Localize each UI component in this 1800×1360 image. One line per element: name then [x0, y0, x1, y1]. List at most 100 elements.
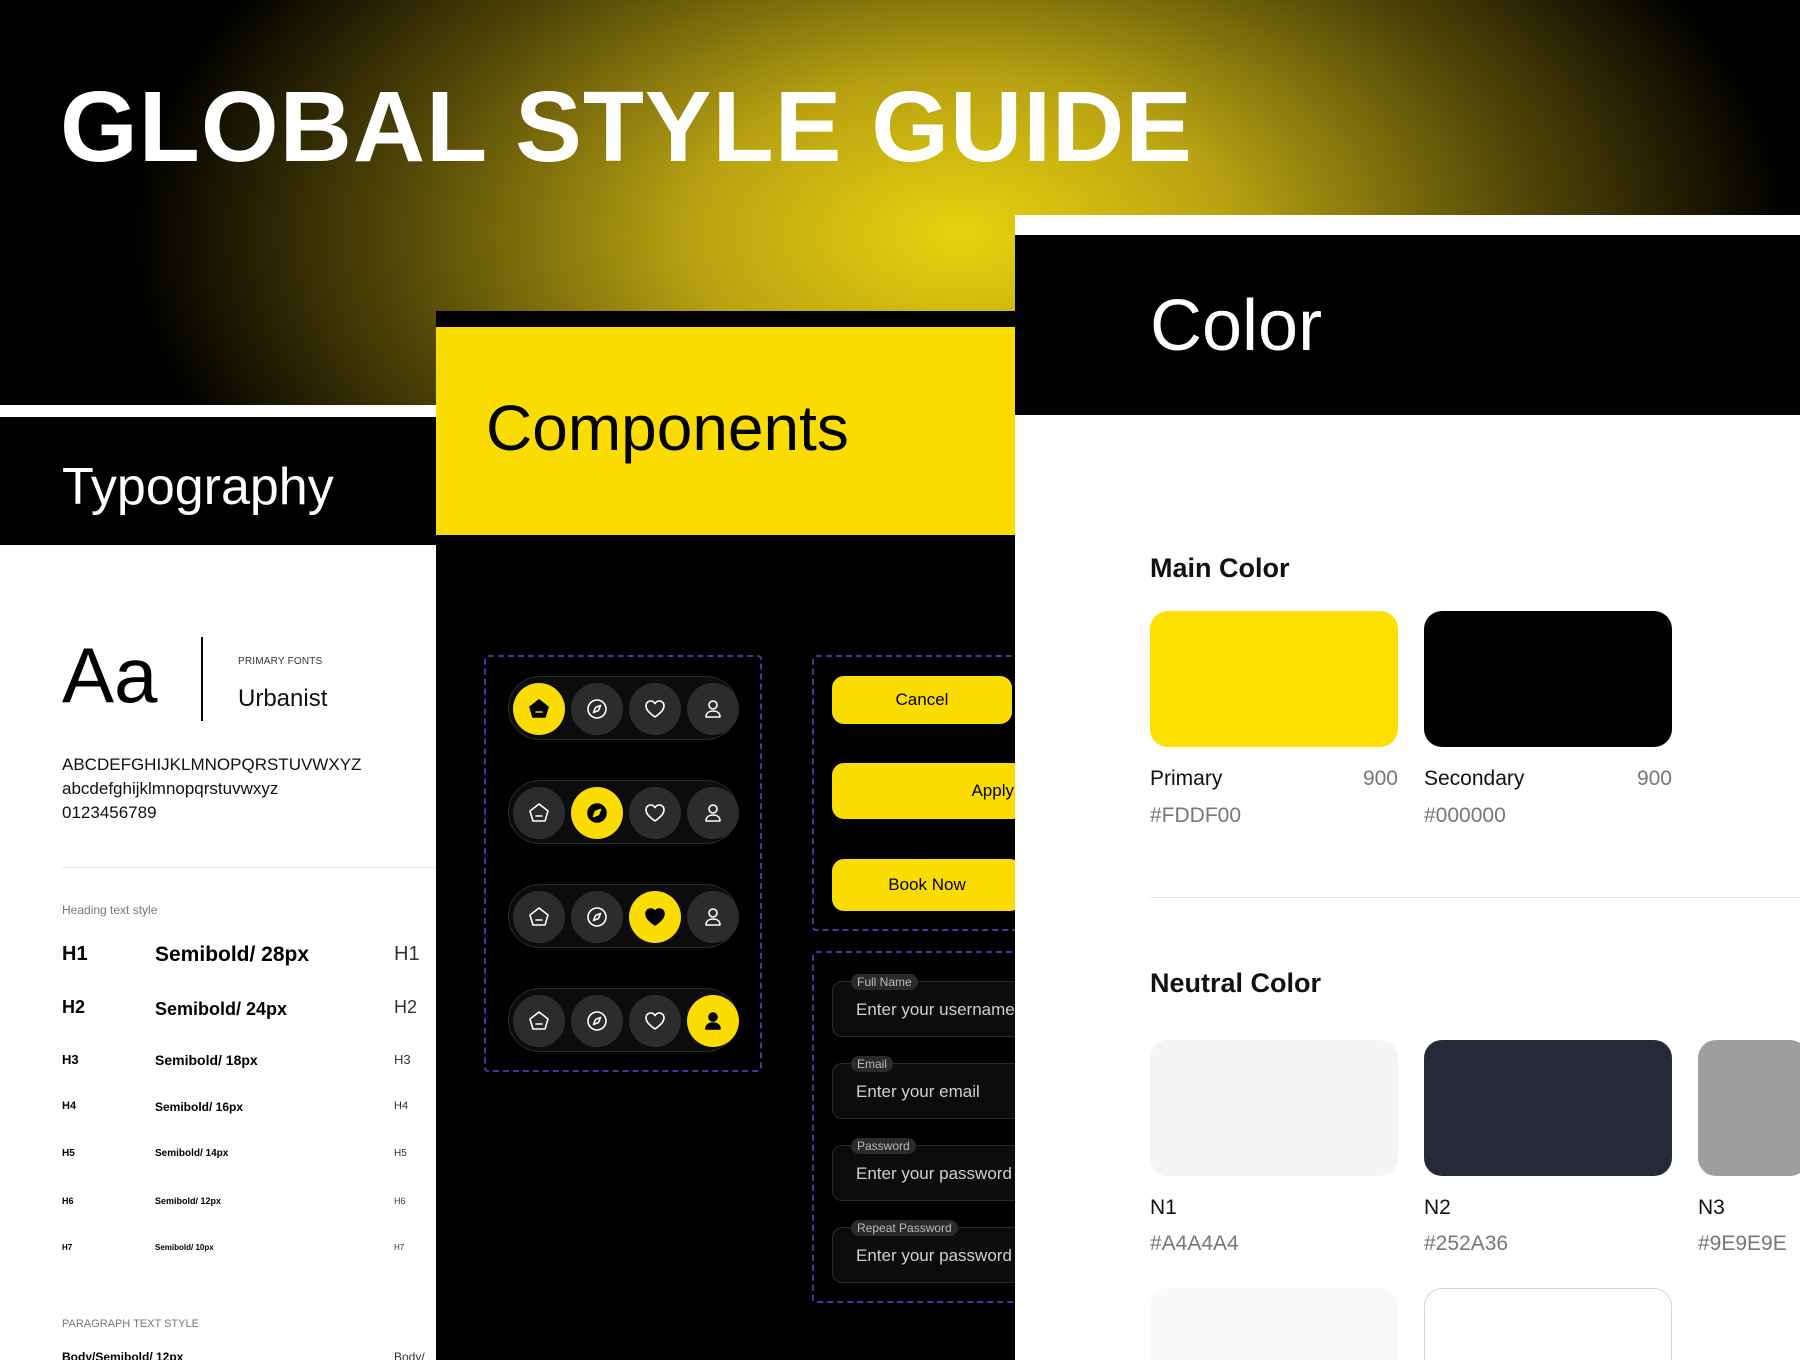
nav-button-compass[interactable]	[571, 995, 623, 1047]
user-icon	[705, 700, 721, 718]
divider	[201, 637, 203, 721]
uppercase-alphabet: ABCDEFGHIJKLMNOPQRSTUVWXYZ	[62, 755, 362, 774]
swatch-weight: 900	[1636, 767, 1672, 790]
heading-sample: H3	[394, 1052, 411, 1067]
swatch-hex: #9E9E9E	[1698, 1232, 1787, 1255]
heading-name: H5	[62, 1148, 75, 1159]
nav-button-user[interactable]	[687, 891, 739, 943]
cancel-button[interactable]: Cancel	[832, 676, 1012, 724]
heart-icon	[645, 908, 665, 926]
swatch-name: Secondary	[1424, 767, 1525, 790]
lowercase-alphabet: abcdefghijklmnopqrstuvwxyz	[62, 779, 279, 798]
heading-name: H4	[62, 1100, 77, 1112]
page-title: GLOBAL STYLE GUIDE	[60, 71, 1193, 183]
user-icon	[705, 804, 721, 822]
swatch-hex: #000000	[1424, 804, 1506, 827]
typography-title: Typography	[62, 458, 334, 516]
field-placeholder: Enter your username	[856, 1000, 1015, 1019]
bottom-navbar	[508, 988, 739, 1052]
n1-swatch	[1150, 1040, 1398, 1176]
field-placeholder: Enter your email	[856, 1082, 980, 1101]
compass-icon	[587, 907, 607, 927]
heading-name: H3	[62, 1052, 79, 1067]
bottom-navbar	[508, 676, 739, 740]
field-placeholder: Enter your password	[856, 1246, 1012, 1265]
panel-top-strip	[0, 405, 440, 417]
heading-style: Semibold/ 18px	[155, 1052, 258, 1068]
heading-name: H1	[62, 943, 88, 965]
user-icon	[705, 908, 721, 926]
color-header: Color	[1015, 235, 1800, 415]
cancel-button-label: Cancel	[895, 690, 949, 709]
heading-style: Semibold/ 16px	[155, 1100, 244, 1114]
heading-name: H2	[62, 997, 86, 1017]
paragraph-style: Body/Semibold/ 12px	[62, 1350, 184, 1360]
nav-button-compass[interactable]	[571, 787, 623, 839]
swatch-name: N2	[1424, 1196, 1451, 1219]
typography-header: Typography	[0, 417, 440, 545]
nav-button-home[interactable]	[513, 787, 565, 839]
swatch-name: N3	[1698, 1196, 1725, 1219]
heading-sample: H4	[394, 1100, 409, 1112]
nav-button-compass[interactable]	[571, 683, 623, 735]
nav-button-heart[interactable]	[629, 787, 681, 839]
heart-icon	[645, 700, 665, 718]
divider	[62, 867, 440, 868]
heart-icon	[645, 1012, 665, 1030]
field-label: Repeat Password	[851, 1220, 958, 1236]
home-icon	[529, 699, 549, 718]
heading-sample: H5	[394, 1148, 407, 1159]
heading-sample: H7	[394, 1243, 405, 1252]
primary-swatch	[1150, 611, 1398, 747]
home-icon	[529, 1011, 549, 1030]
home-icon	[529, 907, 549, 926]
secondary-swatch	[1424, 611, 1672, 747]
paragraph-sample: Body/	[394, 1350, 425, 1360]
nav-button-heart[interactable]	[629, 683, 681, 735]
heading-sample: H1	[394, 943, 420, 965]
components-title: Components	[486, 392, 849, 464]
main-color-heading: Main Color	[1150, 553, 1290, 583]
n2-swatch	[1424, 1040, 1672, 1176]
swatch-name: N1	[1150, 1196, 1177, 1219]
nav-button-user[interactable]	[687, 995, 739, 1047]
heading-caption: Heading text style	[62, 903, 158, 917]
n5-swatch	[1424, 1288, 1672, 1360]
compass-icon	[587, 699, 607, 719]
bottom-navbar	[508, 884, 739, 948]
heading-style: Semibold/ 28px	[155, 943, 310, 966]
user-icon	[705, 1012, 721, 1030]
compass-icon	[587, 803, 607, 823]
heart-icon	[645, 804, 665, 822]
nav-button-heart[interactable]	[629, 995, 681, 1047]
heading-name: H6	[62, 1196, 74, 1206]
nav-button-home[interactable]	[513, 683, 565, 735]
n3-swatch	[1698, 1040, 1800, 1176]
components-header: Components	[436, 327, 1016, 535]
book-now-button[interactable]: Book Now	[832, 859, 1022, 911]
swatch-name: Primary	[1150, 767, 1223, 790]
swatch-weight: 900	[1362, 767, 1398, 790]
heading-style: Semibold/ 24px	[155, 999, 288, 1019]
compass-icon	[587, 1011, 607, 1031]
field-label: Password	[851, 1138, 916, 1154]
swatch-hex: #A4A4A4	[1150, 1232, 1239, 1255]
nav-button-home[interactable]	[513, 891, 565, 943]
apply-button[interactable]: Apply	[832, 763, 1032, 819]
nav-button-user[interactable]	[687, 787, 739, 839]
heading-sample: H2	[394, 997, 418, 1017]
book-now-button-label: Book Now	[888, 875, 966, 894]
paragraph-caption: PARAGRAPH TEXT STYLE	[62, 1318, 199, 1330]
nav-button-home[interactable]	[513, 995, 565, 1047]
home-icon	[529, 803, 549, 822]
swatch-hex: #252A36	[1424, 1232, 1509, 1255]
field-label: Email	[851, 1056, 894, 1072]
font-sample: Aa	[62, 631, 158, 719]
nav-button-user[interactable]	[687, 683, 739, 735]
nav-button-heart[interactable]	[629, 891, 681, 943]
heading-style: Semibold/ 14px	[155, 1148, 229, 1159]
bottom-navbar	[508, 780, 739, 844]
nav-button-compass[interactable]	[571, 891, 623, 943]
heading-style: Semibold/ 12px	[155, 1196, 222, 1206]
swatch-hex: #FDDF00	[1150, 804, 1242, 827]
